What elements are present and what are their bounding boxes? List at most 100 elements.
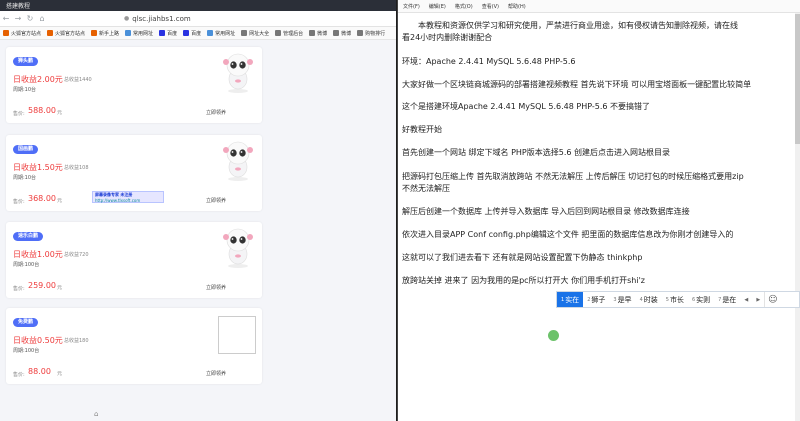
bookmark-item[interactable]: 常用网址 xyxy=(207,30,235,37)
bookmark-item[interactable]: 常用网址 xyxy=(125,30,153,37)
bookmark-item[interactable]: 微博 xyxy=(333,30,351,37)
bookmarks-bar: 火狐官方站点 火狐官方站点 新手上路 常用网址 百度 百度 常用网址 网址大全 管理后台 微博 微博… xyxy=(0,27,396,40)
bookmark-item[interactable]: 管理后台 xyxy=(275,30,303,37)
period-label: 周期:10台 xyxy=(13,87,37,93)
candidate-number: 6 xyxy=(691,296,696,303)
text-line: 这个是搭建环境Apache 2.4.41 MySQL 5.6.48 PHP-5.… xyxy=(402,102,651,111)
bookmark-item[interactable]: 购物排行 xyxy=(357,30,385,37)
bookmark-icon xyxy=(309,30,316,36)
browser-window: 搭建教程 ← → ↻ ⌂ ● qlsc.jiahbs1.com 火狐官方站点 火狐… xyxy=(0,0,396,421)
browser-tab[interactable]: 搭建教程 xyxy=(2,1,30,10)
bookmark-item[interactable]: 百度 xyxy=(183,30,201,37)
price-value: 259.00 xyxy=(28,281,56,290)
candidate-number: 3 xyxy=(613,296,617,303)
bookmark-icon xyxy=(275,30,282,36)
watermark-line-2: http://www.tlxsoft.com xyxy=(95,198,141,203)
adopt-button[interactable]: 立即领养 xyxy=(206,197,226,204)
bookmark-label: 火狐官方站点 xyxy=(11,30,42,37)
menu-item[interactable]: 查看(V) xyxy=(482,3,499,10)
price-label: 售价: xyxy=(13,199,25,205)
navigation-bar: ← → ↻ ⌂ ● qlsc.jiahbs1.com xyxy=(0,11,396,27)
bookmark-item[interactable]: 火狐官方站点 xyxy=(3,30,41,37)
ime-candidate[interactable]: 4 时装 xyxy=(636,292,662,307)
reload-icon[interactable]: ↻ xyxy=(24,12,36,26)
product-badge: 免费鹏 xyxy=(13,318,39,327)
forward-icon[interactable]: → xyxy=(12,12,24,26)
menu-item[interactable]: 帮助(H) xyxy=(508,3,526,10)
bookmark-label: 微博 xyxy=(341,30,352,37)
lock-icon: ● xyxy=(124,15,130,22)
bookmark-icon xyxy=(183,30,190,36)
ime-candidate[interactable]: 1 实在 xyxy=(557,292,584,307)
candidate-number: 1 xyxy=(561,296,565,303)
price-value: 368.00 xyxy=(28,194,56,203)
menu-item[interactable]: 编辑(E) xyxy=(429,3,446,10)
text-line: 大家好做一个区块链商城源码的部署搭建视频教程 首先说下环境 可以用宝塔面板一键配… xyxy=(402,80,752,89)
price-value: 588.00 xyxy=(28,106,56,115)
candidate-number: 2 xyxy=(587,296,591,303)
product-card[interactable]: 免费鹏 日收益0.50元 总收益180 周期:100台 售价: 88.00 元 立即领养 xyxy=(6,308,262,384)
bookmark-item[interactable]: 新手上路 xyxy=(91,30,119,37)
bookmark-icon xyxy=(357,30,364,36)
candidate-text: 实在 xyxy=(565,295,580,304)
bookmark-icon xyxy=(159,30,166,36)
ime-candidates: 1 实在 2 狮子 3 是早 4 时装 5 市长 6 实则 7 是在 xyxy=(557,292,740,307)
adopt-button[interactable]: 立即领养 xyxy=(206,109,226,116)
text-line: 看24小时内删除谢谢配合 xyxy=(402,33,493,42)
daily-income: 日收益1.50元 xyxy=(13,163,63,172)
menu-item[interactable]: 格式(O) xyxy=(455,3,473,10)
bookmark-label: 火狐官方站点 xyxy=(55,30,86,37)
address-bar[interactable]: ● qlsc.jiahbs1.com xyxy=(124,13,191,25)
adopt-button[interactable]: 立即领养 xyxy=(206,284,226,291)
home-icon[interactable]: ⌂ xyxy=(36,12,48,26)
price-unit: 元 xyxy=(57,198,63,204)
bookmark-item[interactable]: 网址大全 xyxy=(241,30,269,37)
bookmark-item[interactable]: 百度 xyxy=(159,30,177,37)
candidate-number: 7 xyxy=(718,296,722,303)
web-page: 狮头鹏 日收益2.00元 总收益1440 周期:10台 售价: 588.00 元立即领养 国画… xyxy=(0,40,396,421)
total-income: 总收益108 xyxy=(64,165,89,171)
bookmark-item[interactable]: 火狐官方站点 xyxy=(47,30,85,37)
candidate-text: 是早 xyxy=(617,295,632,304)
ime-candidate[interactable]: 5 市长 xyxy=(662,292,688,307)
bookmark-icon xyxy=(207,30,214,36)
watermark-banner: 屏幕录像专家 未注册 http://www.tlxsoft.com xyxy=(92,191,164,203)
footer-home-icon[interactable]: ⌂ xyxy=(94,410,98,418)
text-line: 依次进入目录APP Conf config.php编辑这个文件 把里面的数据库信… xyxy=(402,230,734,239)
adopt-button[interactable]: 立即领养 xyxy=(206,370,226,377)
robot-icon xyxy=(220,139,256,183)
price-unit: 元 xyxy=(57,110,63,116)
menu-bar: 文件(F) 编辑(E) 格式(O) 查看(V) 帮助(H) xyxy=(398,0,800,13)
back-icon[interactable]: ← xyxy=(0,12,12,26)
bookmark-label: 管理后台 xyxy=(283,30,304,37)
bookmark-icon xyxy=(3,30,9,36)
menu-item[interactable]: 文件(F) xyxy=(403,3,420,10)
price-label: 售价: xyxy=(13,111,25,117)
address-url[interactable]: qlsc.jiahbs1.com xyxy=(132,15,190,23)
ime-candidate[interactable]: 6 实则 xyxy=(688,292,714,307)
price-label: 售价: xyxy=(13,286,25,292)
scrollbar-thumb[interactable] xyxy=(795,14,800,144)
ime-candidate[interactable]: 2 狮子 xyxy=(583,292,609,307)
text-line: 好教程开始 xyxy=(402,125,442,134)
emoji-icon[interactable]: ☺ xyxy=(764,292,780,307)
candidate-text: 狮子 xyxy=(591,295,606,304)
price-label: 售价: xyxy=(13,372,25,378)
period-label: 周期:10台 xyxy=(13,175,37,181)
bookmark-icon xyxy=(125,30,132,36)
chevron-right-icon[interactable]: ▶ xyxy=(752,292,764,307)
bookmark-icon xyxy=(47,30,54,36)
bookmark-label: 微博 xyxy=(317,30,328,37)
bookmark-item[interactable]: 微博 xyxy=(309,30,327,37)
total-income: 总收益1440 xyxy=(64,77,92,83)
bookmark-icon xyxy=(333,30,340,36)
product-card[interactable]: 速乐白鹏 日收益1.00元 总收益720 周期:100台 售价: 259.00 元 立即领养 xyxy=(6,222,262,298)
ime-candidate-bar: 1 实在 2 狮子 3 是早 4 时装 5 市长 6 实则 7 是在 ◀ ▶ ☺ xyxy=(556,291,800,308)
chevron-left-icon[interactable]: ◀ xyxy=(740,292,752,307)
bookmark-icon xyxy=(241,30,248,36)
text-line: 首先创建一个网站 绑定下域名 PHP版本选择5.6 创建后点击进入网站根目录 xyxy=(402,148,671,157)
ime-candidate[interactable]: 7 是在 xyxy=(714,292,740,307)
bookmark-label: 新手上路 xyxy=(99,30,120,37)
ime-candidate[interactable]: 3 是早 xyxy=(609,292,635,307)
product-card[interactable]: 狮头鹏 日收益2.00元 总收益1440 周期:10台 售价: 588.00 元 立即领养 xyxy=(6,47,262,123)
